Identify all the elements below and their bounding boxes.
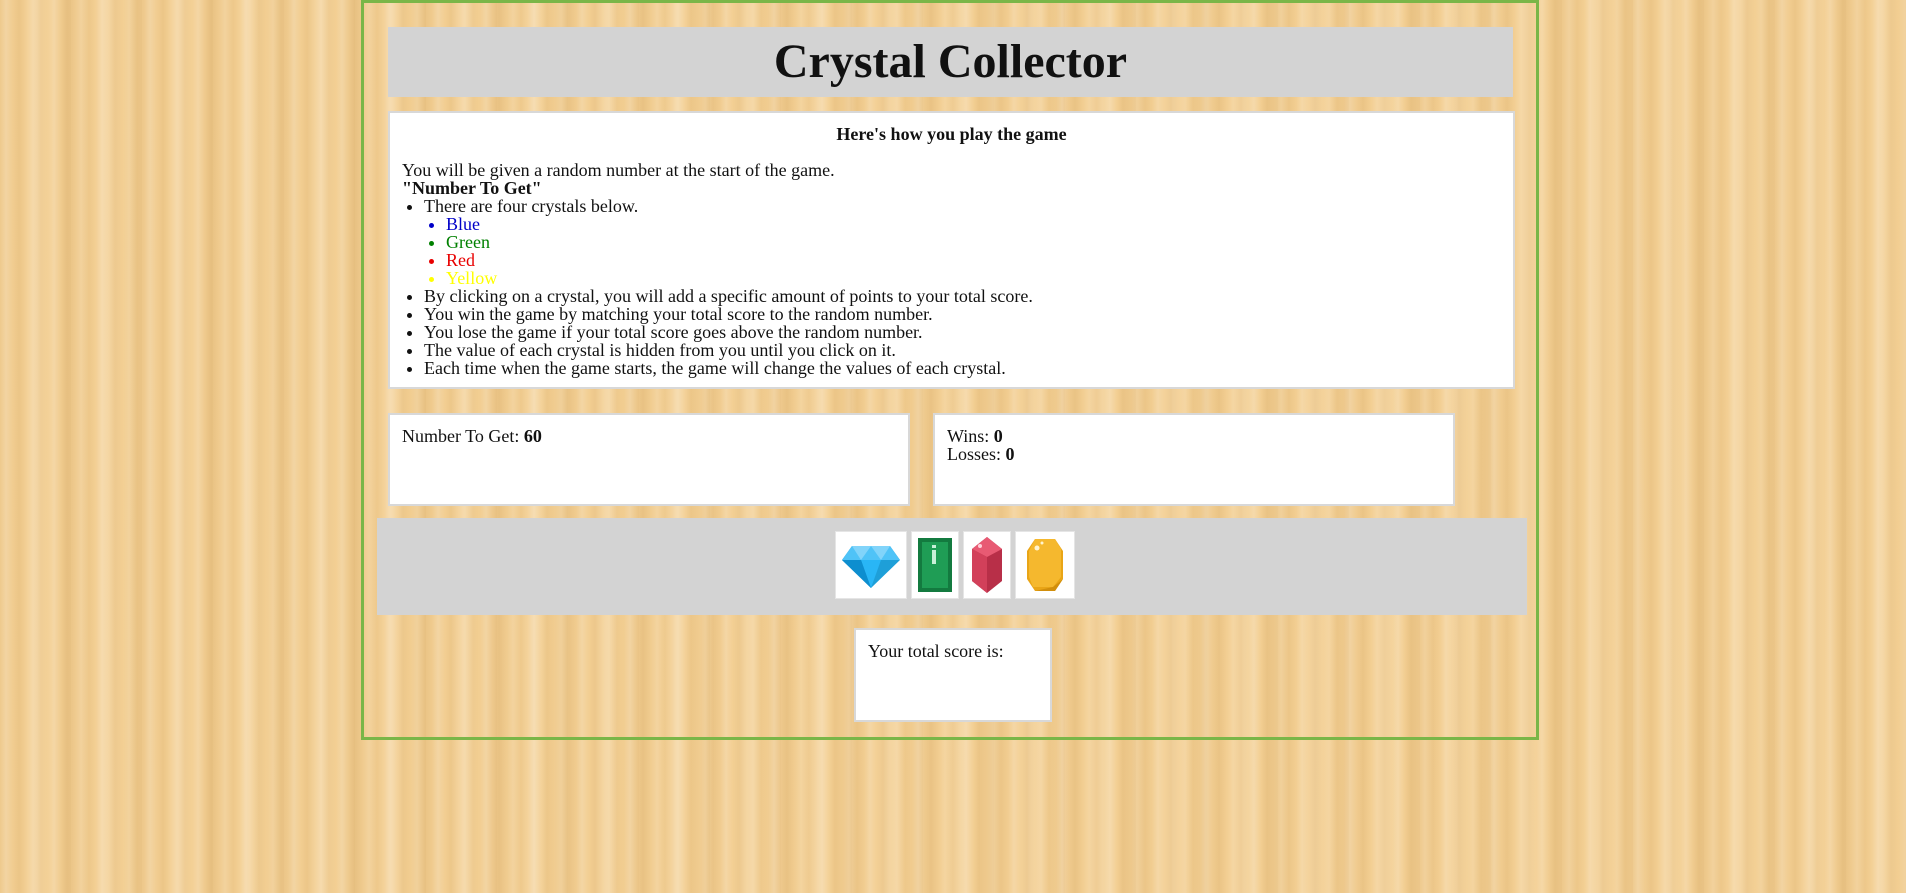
red-ruby-icon bbox=[972, 537, 1002, 593]
green-crystal-button[interactable] bbox=[911, 531, 959, 599]
rule-item: The value of each crystal is hidden from… bbox=[424, 341, 1501, 359]
number-to-get-value: 60 bbox=[523, 426, 542, 446]
crystal-color-yellow: Yellow bbox=[446, 269, 1501, 287]
title-bar: Crystal Collector bbox=[388, 27, 1513, 97]
losses-label: Losses: bbox=[947, 444, 1006, 464]
crystal-color-red: Red bbox=[446, 251, 1501, 269]
losses-row: Losses: 0 bbox=[947, 445, 1441, 463]
blue-diamond-icon bbox=[842, 546, 900, 588]
instructions-intro: You will be given a random number at the… bbox=[402, 160, 835, 180]
wins-row: Wins: 0 bbox=[947, 427, 1441, 445]
instructions-panel: Here's how you play the game You will be… bbox=[388, 111, 1515, 389]
rule-item: You lose the game if your total score go… bbox=[424, 323, 1501, 341]
rule-item: You win the game by matching your total … bbox=[424, 305, 1501, 323]
rule-item: Each time when the game starts, the game… bbox=[424, 359, 1501, 377]
page-title: Crystal Collector bbox=[773, 35, 1128, 88]
number-to-get-panel: Number To Get: 60 bbox=[388, 413, 910, 506]
green-emerald-icon bbox=[918, 538, 952, 592]
yellow-topaz-icon bbox=[1027, 539, 1063, 591]
wins-losses-panel: Wins: 0 Losses: 0 bbox=[933, 413, 1455, 506]
instructions-heading: Here's how you play the game bbox=[836, 124, 1067, 144]
wins-value: 0 bbox=[993, 426, 1003, 446]
rule-text: There are four crystals below. bbox=[424, 196, 639, 216]
red-crystal-button[interactable] bbox=[963, 531, 1011, 599]
total-score-panel: Your total score is: bbox=[854, 628, 1052, 722]
wins-label: Wins: bbox=[947, 426, 994, 446]
rules-list: There are four crystals below. Blue Gree… bbox=[402, 197, 1501, 377]
rule-item: By clicking on a crystal, you will add a… bbox=[424, 287, 1501, 305]
yellow-crystal-button[interactable] bbox=[1015, 531, 1075, 599]
rule-item: There are four crystals below. Blue Gree… bbox=[424, 197, 1501, 287]
total-score-label: Your total score is: bbox=[868, 641, 1004, 661]
losses-value: 0 bbox=[1005, 444, 1015, 464]
blue-crystal-button[interactable] bbox=[835, 531, 907, 599]
crystal-color-green: Green bbox=[446, 233, 1501, 251]
crystal-bar bbox=[377, 518, 1527, 615]
crystal-buttons bbox=[835, 531, 1075, 599]
number-to-get-text: Number To Get: bbox=[402, 426, 524, 446]
crystal-color-blue: Blue bbox=[446, 215, 1501, 233]
game-container: Crystal Collector Here's how you play th… bbox=[361, 0, 1539, 740]
number-to-get-label: "Number To Get" bbox=[402, 178, 542, 198]
crystal-color-list: Blue Green Red Yellow bbox=[424, 215, 1501, 287]
